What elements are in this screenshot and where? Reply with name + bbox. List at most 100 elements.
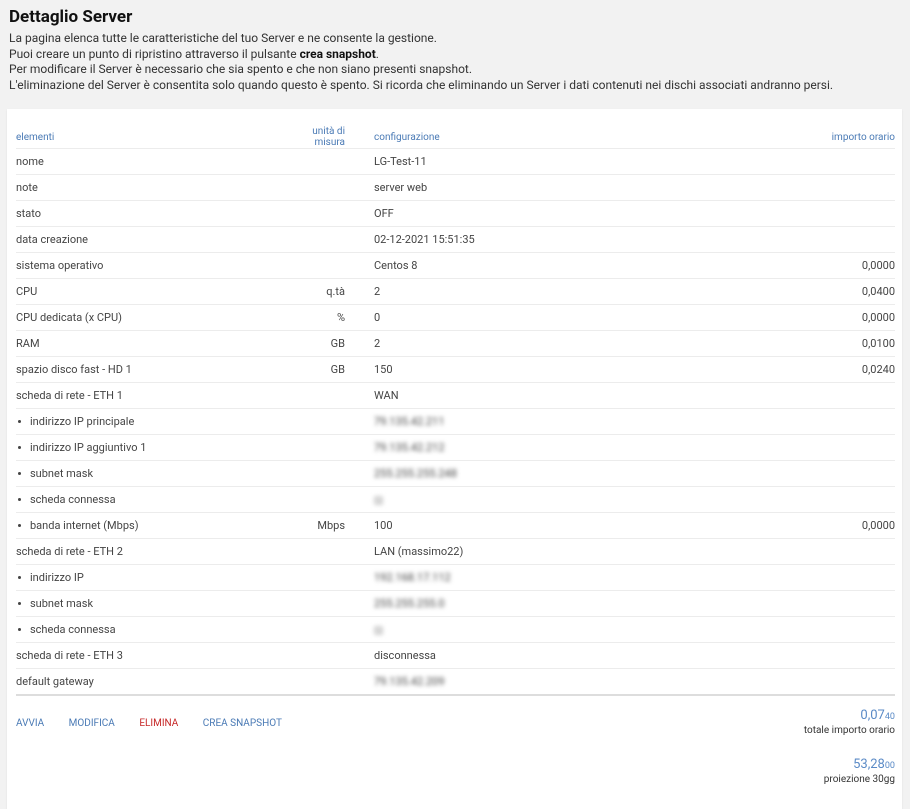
col-header-importo: importo orario <box>831 131 895 143</box>
row-config: ✓ <box>374 486 713 513</box>
table-row: subnet mask 255.255.255.248 <box>16 460 895 487</box>
totals-panel: 0,0740 totale importo orario 53,2800 pro… <box>804 708 895 785</box>
row-unit <box>288 252 345 279</box>
ip-value-blurred: 192.168.17.112 <box>374 564 713 591</box>
table-row: note server web <box>16 174 895 201</box>
table-row: stato OFF <box>16 200 895 227</box>
row-config: 100 <box>374 512 713 539</box>
table-row: RAM GB 2 0,0100 <box>16 330 895 357</box>
avvia-button[interactable]: AVVIA <box>16 718 44 729</box>
bullet-icon <box>18 445 21 449</box>
ip-value-blurred: 79.135.42.211 <box>374 408 713 435</box>
table-row: sistema operativo Centos 8 0,0000 <box>16 252 895 279</box>
row-unit <box>288 486 345 513</box>
desc-line-2: Puoi creare un punto di ripristino attra… <box>9 46 379 61</box>
row-unit <box>288 538 345 565</box>
projection-value: 53,2800 <box>853 757 895 772</box>
row-label: note <box>16 174 288 201</box>
col-header-elementi: elementi <box>16 131 55 143</box>
row-unit: q.tà <box>288 278 345 305</box>
row-config: WAN <box>374 382 713 409</box>
row-label: nome <box>16 148 288 175</box>
row-config: 2 <box>374 330 713 357</box>
row-label: scheda di rete - ETH 2 <box>16 538 288 565</box>
table-row: CPU dedicata (x CPU) % 0 0,0000 <box>16 304 895 331</box>
row-label: subnet mask <box>16 590 288 617</box>
bullet-icon <box>18 523 21 527</box>
row-config: 150 <box>374 356 713 383</box>
row-unit <box>288 590 345 617</box>
page-description: La pagina elenca tutte le caratteristich… <box>9 31 899 93</box>
table-row: indirizzo IP 192.168.17.112 <box>16 564 895 591</box>
table-row: scheda di rete - ETH 2 LAN (massimo22) <box>16 538 895 565</box>
row-label: scheda connessa <box>16 486 288 513</box>
row-unit: % <box>288 304 345 331</box>
row-unit: Mbps <box>288 512 345 539</box>
row-amount: 0,0240 <box>713 356 895 383</box>
row-amount <box>713 616 895 643</box>
row-label: subnet mask <box>16 460 288 487</box>
desc-snapshot-keyword: crea snapshot <box>299 46 376 61</box>
server-name-value: LG-Test-11 <box>374 148 713 175</box>
row-config: LAN (massimo22) <box>374 538 713 565</box>
page-title: Dettaglio Server <box>9 7 133 27</box>
row-config: disconnessa <box>374 642 713 669</box>
row-label: CPU <box>16 278 288 305</box>
row-config: ✓ <box>374 616 713 643</box>
row-unit <box>288 642 345 669</box>
row-amount <box>713 226 895 253</box>
row-amount <box>713 486 895 513</box>
table-row: subnet mask 255.255.255.0 <box>16 590 895 617</box>
row-unit <box>288 408 345 435</box>
row-config: 2 <box>374 278 713 305</box>
row-label: indirizzo IP aggiuntivo 1 <box>16 434 288 461</box>
hourly-total-label: totale importo orario <box>803 725 895 736</box>
row-unit: GB <box>288 330 345 357</box>
row-label: scheda connessa <box>16 616 288 643</box>
table-row: scheda connessa ✓ <box>16 486 895 513</box>
row-amount <box>713 538 895 565</box>
projection-label: proiezione 30gg <box>823 774 895 785</box>
row-amount <box>713 200 895 227</box>
row-label: default gateway <box>16 668 288 696</box>
gateway-value-blurred: 79.135.42.209 <box>374 668 713 696</box>
table-row: default gateway 79.135.42.209 <box>16 668 895 696</box>
desc-line-1: La pagina elenca tutte le caratteristich… <box>9 31 437 45</box>
row-amount <box>713 408 895 435</box>
row-unit: GB <box>288 356 345 383</box>
server-detail-card: elementi unità di misura configurazione … <box>7 109 902 809</box>
row-amount <box>713 174 895 201</box>
desc-line-3: Per modificare il Server è necessario ch… <box>9 62 473 76</box>
row-unit <box>288 668 345 696</box>
server-detail-table: elementi unità di misura configurazione … <box>16 126 895 696</box>
row-unit <box>288 148 345 175</box>
row-config: server web <box>374 174 713 201</box>
checkbox-icon: ✓ <box>374 625 383 635</box>
modifica-button[interactable]: MODIFICA <box>69 718 115 729</box>
subnet-value-blurred: 255.255.255.248 <box>374 460 713 487</box>
desc-line-4: L'eliminazione del Server è consentita s… <box>9 77 834 92</box>
row-unit <box>288 460 345 487</box>
row-amount <box>713 382 895 409</box>
row-label: scheda di rete - ETH 1 <box>16 382 288 409</box>
row-amount <box>713 148 895 175</box>
table-row: scheda connessa ✓ <box>16 616 895 643</box>
crea-snapshot-button[interactable]: CREA SNAPSHOT <box>203 718 282 729</box>
table-row: nome LG-Test-11 <box>16 148 895 175</box>
row-unit <box>288 200 345 227</box>
hourly-total-value: 0,0740 <box>860 708 895 723</box>
table-row: scheda di rete - ETH 3 disconnessa <box>16 642 895 669</box>
bullet-icon <box>18 471 21 475</box>
row-unit <box>288 434 345 461</box>
action-bar: AVVIA MODIFICA ELIMINA CREA SNAPSHOT <box>16 718 304 729</box>
status-value: OFF <box>374 200 713 227</box>
row-amount: 0,0000 <box>713 304 895 331</box>
row-amount: 0,0000 <box>713 512 895 539</box>
row-label: banda internet (Mbps) <box>16 512 288 539</box>
row-amount <box>713 460 895 487</box>
bullet-icon <box>18 575 21 579</box>
row-label: indirizzo IP <box>16 564 288 591</box>
elimina-button[interactable]: ELIMINA <box>139 718 178 729</box>
row-unit <box>288 226 345 253</box>
row-label: scheda di rete - ETH 3 <box>16 642 288 669</box>
